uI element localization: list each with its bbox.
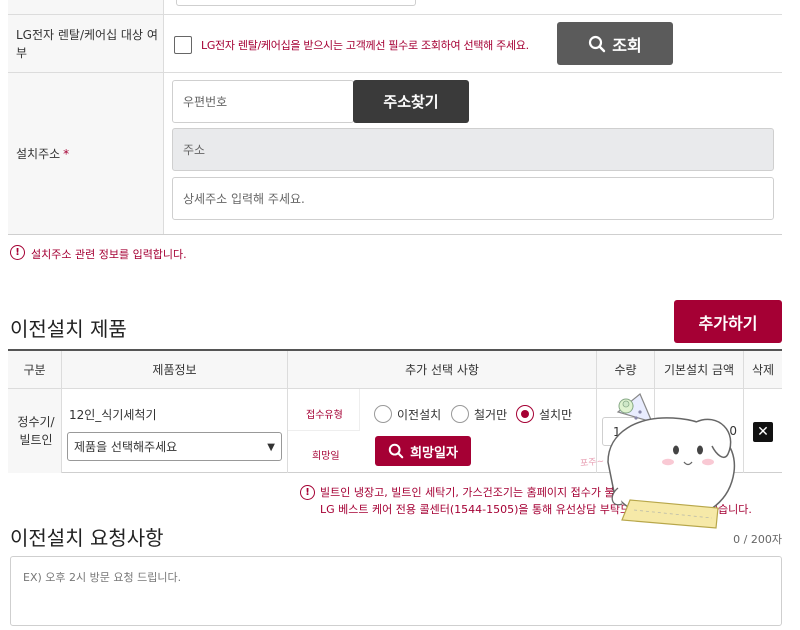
form-row-address: 설치주소 * 우편번호 주소찾기 주소 상세주소 입력해 주세요.	[8, 72, 782, 234]
address-label: 설치주소	[16, 146, 61, 161]
close-icon[interactable]: ✕	[753, 422, 773, 442]
add-product-button[interactable]: 추가하기	[674, 300, 782, 343]
table-row: 정수기/빌트인	[8, 389, 62, 473]
product-name: 12인_식기세척기	[69, 408, 157, 422]
radio-install-only-label: 설치만	[539, 408, 573, 422]
info-icon: !	[10, 245, 25, 260]
rental-lookup-button[interactable]: 조회	[557, 22, 673, 65]
header-price: 기본설치 금액	[655, 351, 744, 389]
delete-cell: ✕	[744, 389, 782, 473]
request-counter: 0 / 200자	[733, 533, 782, 546]
partial-input[interactable]	[176, 0, 416, 6]
address-input[interactable]: 주소	[172, 128, 774, 171]
radio-transfer[interactable]	[374, 405, 392, 423]
product-select[interactable]: 제품을 선택해주세요 ▼	[67, 432, 282, 461]
form-row-rental: LG전자 렌탈/케어십 대상 여부 LG전자 렌탈/케어십을 받으시는 고객께선…	[8, 14, 782, 72]
rental-label: LG전자 렌탈/케어십 대상 여부	[8, 15, 164, 72]
address-info-text: 설치주소 관련 정보를 입력합니다.	[31, 248, 187, 261]
options-cell: 접수유형 희망일 이전설치 철거만 설치만 희망일자	[288, 389, 597, 473]
header-category: 구분	[8, 351, 62, 389]
radio-install-only[interactable]	[516, 405, 534, 423]
info-icon: !	[300, 485, 315, 500]
chevron-down-icon: ▼	[267, 442, 275, 453]
mascot-eye	[697, 445, 703, 455]
radio-remove-only-label: 철거만	[474, 408, 508, 422]
product-info-cell: 12인_식기세척기 제품을 선택해주세요 ▼	[62, 389, 288, 473]
postcode-input[interactable]: 우편번호	[172, 80, 354, 123]
search-icon	[388, 443, 404, 459]
find-address-button[interactable]: 주소찾기	[353, 80, 469, 123]
header-delete: 삭제	[744, 351, 782, 389]
request-textarea[interactable]: EX) 오후 2시 방문 요청 드립니다.	[10, 556, 782, 626]
rental-checkbox-text: LG전자 렌탈/케어십을 받으시는 고객께선 필수로 조회하여 선택해 주세요.	[201, 39, 529, 52]
rental-checkbox[interactable]	[174, 36, 192, 54]
radio-transfer-label: 이전설치	[397, 408, 442, 422]
rental-lookup-label: 조회	[612, 35, 642, 55]
row-category: 정수기/빌트인	[17, 415, 55, 447]
search-icon	[589, 35, 606, 52]
product-select-value: 제품을 선택해주세요	[74, 440, 178, 454]
required-mark: *	[63, 146, 70, 161]
wish-date-button[interactable]: 희망일자	[375, 436, 471, 466]
form-row-top-partial	[8, 0, 782, 14]
wish-date-label: 희망일	[312, 451, 340, 462]
header-quantity: 수량	[597, 351, 655, 389]
products-title: 이전설치 제품	[10, 317, 127, 341]
install-form-table: LG전자 렌탈/케어십 대상 여부 LG전자 렌탈/케어십을 받으시는 고객께선…	[8, 0, 782, 235]
detail-address-input[interactable]: 상세주소 입력해 주세요.	[172, 177, 774, 220]
receipt-type-label: 접수유형	[306, 410, 343, 421]
header-options: 추가 선택 사항	[288, 351, 597, 389]
radio-remove-only[interactable]	[451, 405, 469, 423]
mascot-eye	[673, 445, 679, 455]
address-label-cell: 설치주소 *	[8, 73, 164, 234]
wish-date-button-label: 희망일자	[410, 445, 458, 461]
request-title: 이전설치 요청사항	[10, 526, 164, 550]
mascot-caption: 포주~	[579, 456, 605, 470]
header-product-info: 제품정보	[62, 351, 288, 389]
